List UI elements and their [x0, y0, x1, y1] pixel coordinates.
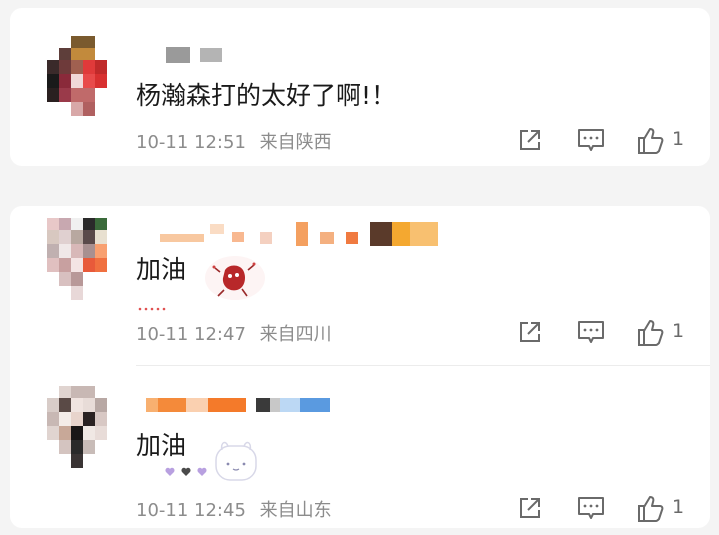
- comment-meta: 10-11 12:51 来自陕西: [136, 131, 332, 155]
- comment-card: 杨瀚森打的太好了啊!！ 10-11 12:51 来自陕西 1: [10, 8, 710, 166]
- comment-location: 来自四川: [259, 324, 332, 345]
- comment-item: 杨瀚森打的太好了啊!！ 10-11 12:51 来自陕西 1: [10, 8, 710, 166]
- comment-time: 10-11 12:45: [136, 500, 246, 521]
- red-bean-sticker: [200, 252, 270, 304]
- share-icon[interactable]: [516, 494, 544, 526]
- bunny-hearts-sticker: [162, 438, 262, 484]
- comment-location: 来自山东: [259, 500, 332, 521]
- comment-actions: 1: [510, 318, 710, 350]
- comment-text: 加油: [136, 255, 187, 284]
- comment-icon[interactable]: [576, 318, 606, 350]
- decoration-dots: [136, 298, 216, 311]
- username[interactable]: [166, 44, 226, 66]
- comment-actions: 1: [510, 126, 710, 158]
- comment-icon[interactable]: [576, 494, 606, 526]
- comment-icon[interactable]: [576, 126, 606, 158]
- comment-actions: 1: [510, 494, 710, 526]
- avatar[interactable]: [47, 36, 119, 118]
- comment-time: 10-11 12:47: [136, 324, 246, 345]
- comment-text: 杨瀚森打的太好了啊!！: [136, 81, 397, 110]
- comment-meta: 10-11 12:47 来自四川: [136, 323, 332, 347]
- username[interactable]: [146, 394, 336, 416]
- comment-item: 加油 10-11 12:45 来自山东 1: [10, 366, 710, 528]
- like-icon[interactable]: [636, 318, 666, 350]
- like-count: 1: [672, 128, 685, 150]
- like-count: 1: [672, 496, 685, 518]
- comment-card: 加油 10-11 12:47 来自四川 1 加油 10-11 12:45 来自山…: [10, 206, 710, 528]
- avatar[interactable]: [47, 218, 119, 300]
- username[interactable]: [160, 222, 440, 246]
- comment-item: 加油 10-11 12:47 来自四川 1: [10, 206, 710, 364]
- like-icon[interactable]: [636, 126, 666, 158]
- comment-location: 来自陕西: [259, 132, 332, 153]
- share-icon[interactable]: [516, 318, 544, 350]
- like-count: 1: [672, 320, 685, 342]
- comment-meta: 10-11 12:45 来自山东: [136, 499, 332, 523]
- like-icon[interactable]: [636, 494, 666, 526]
- share-icon[interactable]: [516, 126, 544, 158]
- comment-time: 10-11 12:51: [136, 132, 246, 153]
- avatar[interactable]: [47, 386, 119, 468]
